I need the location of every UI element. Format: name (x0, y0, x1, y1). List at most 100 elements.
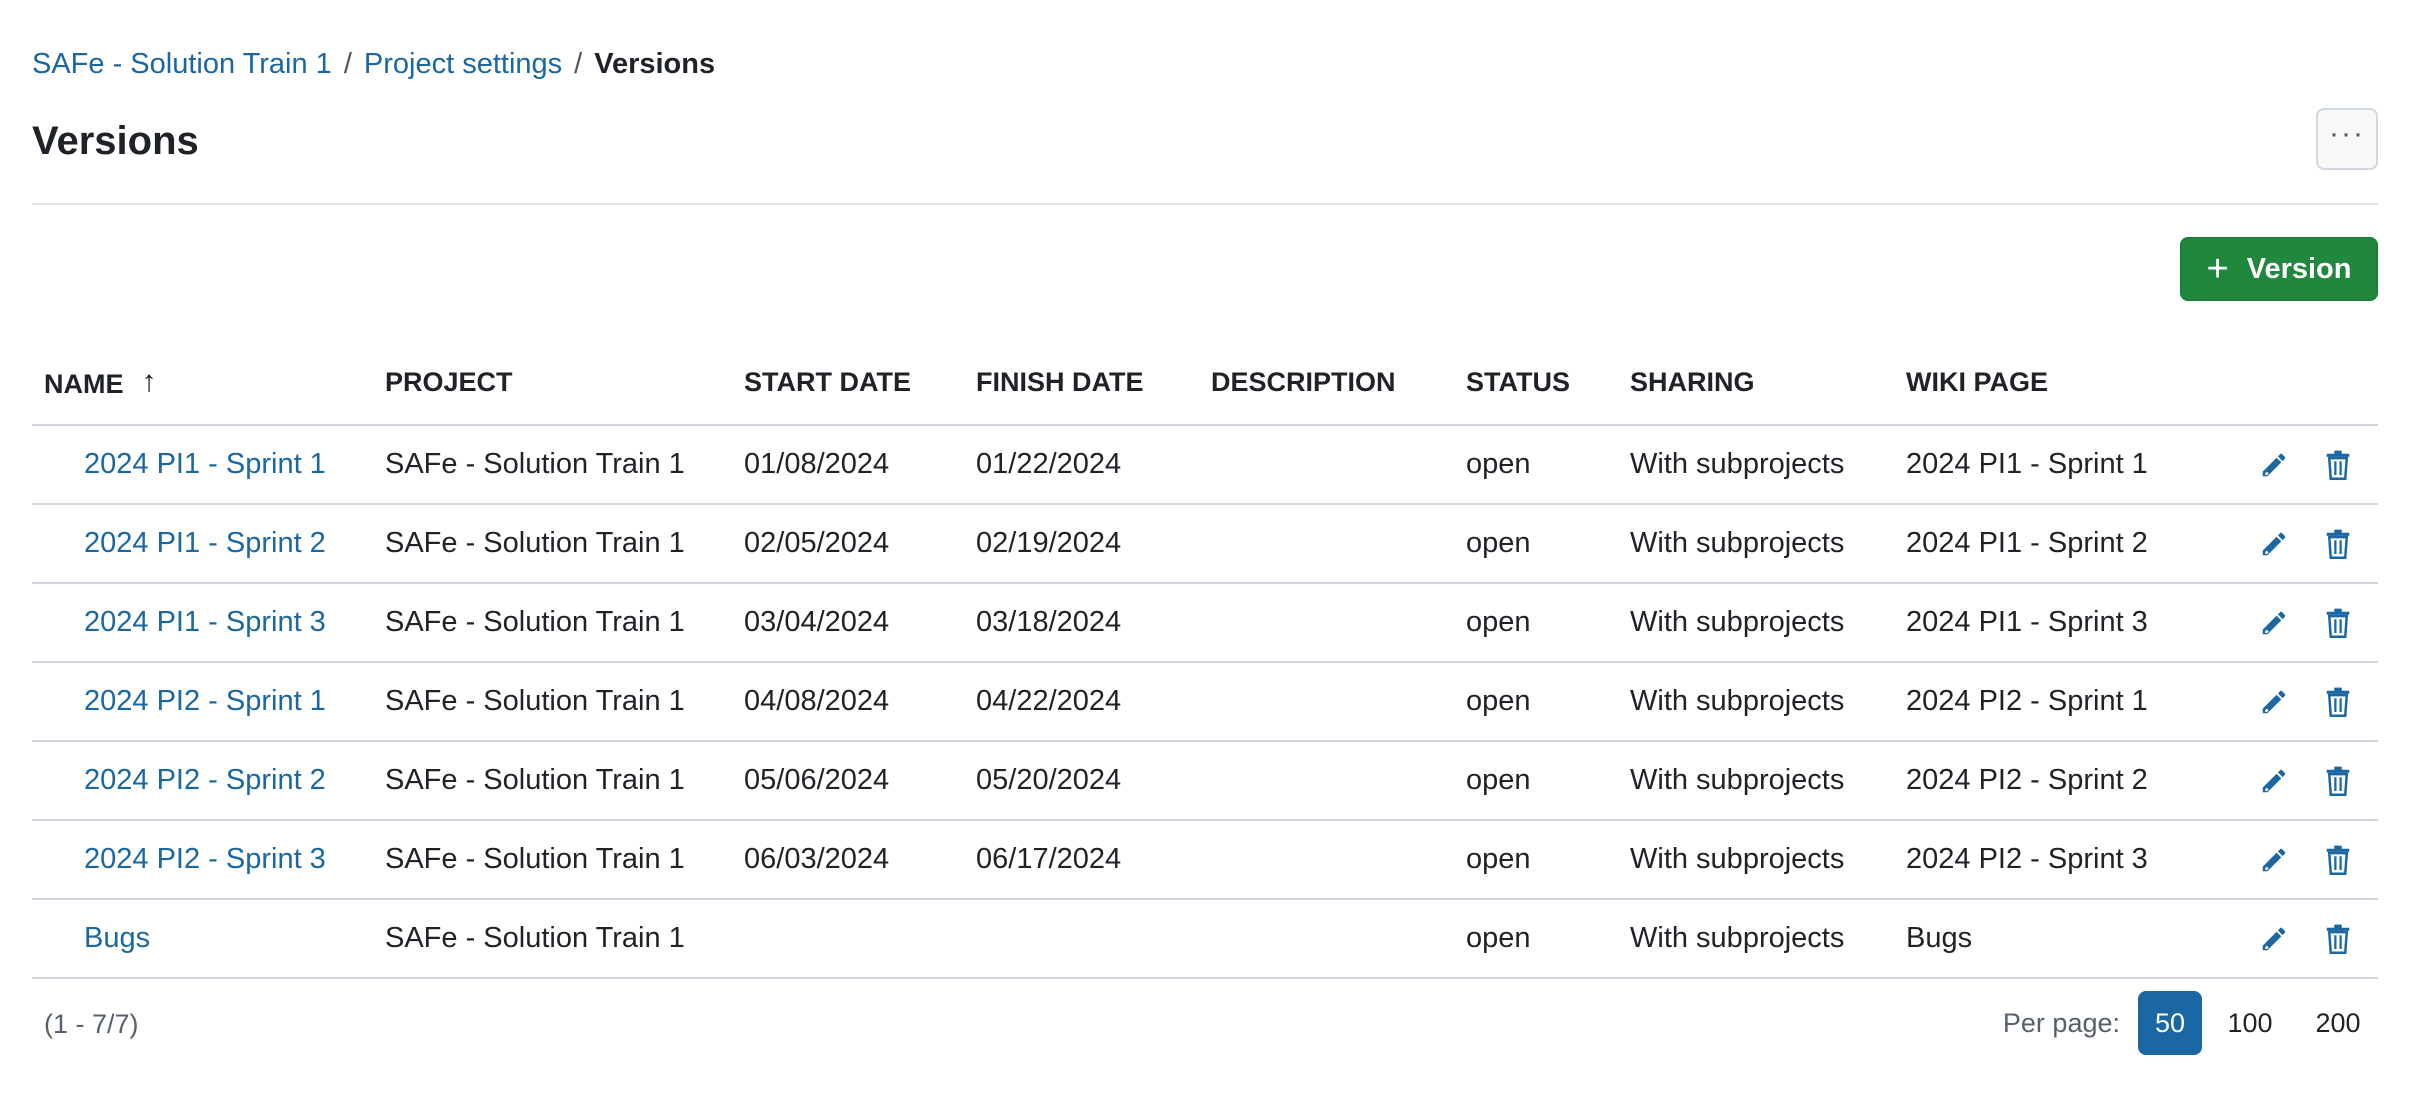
per-page-option-50[interactable]: 50 (2138, 991, 2202, 1055)
add-version-label: Version (2246, 252, 2352, 285)
version-wiki-page: Bugs (1906, 899, 2250, 979)
version-name-cell: 2024 PI1 - Sprint 2 (32, 504, 385, 584)
version-name-link[interactable]: 2024 PI1 - Sprint 1 (84, 448, 326, 480)
version-wiki-page: 2024 PI1 - Sprint 1 (1906, 425, 2250, 505)
breadcrumb-project-link[interactable]: SAFe - Solution Train 1 (32, 44, 332, 84)
per-page-option-200[interactable]: 200 (2298, 991, 2378, 1055)
column-header-status[interactable]: STATUS (1466, 340, 1630, 426)
breadcrumb-current: Versions (594, 48, 716, 80)
version-status: open (1466, 504, 1630, 584)
version-wiki-page: 2024 PI2 - Sprint 2 (1906, 741, 2250, 821)
version-finish-date: 02/19/2024 (976, 504, 1211, 584)
version-start-date: 06/03/2024 (744, 820, 976, 900)
column-header-description[interactable]: DESCRIPTION (1211, 340, 1466, 426)
version-name-link[interactable]: 2024 PI1 - Sprint 3 (84, 606, 326, 638)
version-sharing: With subprojects (1630, 583, 1906, 663)
pencil-icon[interactable] (2256, 526, 2292, 562)
column-header-name[interactable]: NAME ↑ (32, 340, 385, 426)
version-start-date: 05/06/2024 (744, 741, 976, 821)
column-header-sharing[interactable]: SHARING (1630, 340, 1906, 426)
version-status: open (1466, 820, 1630, 900)
ellipsis-icon: ··· (2329, 117, 2365, 150)
version-name-link[interactable]: 2024 PI1 - Sprint 2 (84, 527, 326, 559)
version-description (1211, 583, 1466, 663)
version-wiki-page: 2024 PI1 - Sprint 2 (1906, 504, 2250, 584)
trash-icon[interactable] (2320, 605, 2356, 641)
column-header-project[interactable]: PROJECT (385, 340, 744, 426)
version-sharing: With subprojects (1630, 504, 1906, 584)
version-status: open (1466, 425, 1630, 505)
version-sharing: With subprojects (1630, 820, 1906, 900)
column-header-actions (2250, 340, 2378, 426)
version-sharing: With subprojects (1630, 741, 1906, 821)
table-row: 2024 PI1 - Sprint 3 SAFe - Solution Trai… (32, 583, 2378, 663)
version-name-link[interactable]: 2024 PI2 - Sprint 3 (84, 843, 326, 875)
version-status: open (1466, 662, 1630, 742)
breadcrumb: SAFe - Solution Train 1 / Project settin… (32, 44, 715, 84)
version-status: open (1466, 741, 1630, 821)
version-start-date: 04/08/2024 (744, 662, 976, 742)
trash-icon[interactable] (2320, 842, 2356, 878)
row-actions (2250, 820, 2378, 900)
column-header-name-label: NAME (44, 368, 124, 399)
version-start-date: 03/04/2024 (744, 583, 976, 663)
version-finish-date: 03/18/2024 (976, 583, 1211, 663)
version-project: SAFe - Solution Train 1 (385, 899, 744, 979)
version-project: SAFe - Solution Train 1 (385, 820, 744, 900)
row-actions (2250, 899, 2378, 979)
version-project: SAFe - Solution Train 1 (385, 583, 744, 663)
version-name-link[interactable]: 2024 PI2 - Sprint 1 (84, 685, 326, 717)
version-sharing: With subprojects (1630, 662, 1906, 742)
version-wiki-page: 2024 PI2 - Sprint 3 (1906, 820, 2250, 900)
pagination-count: (1 - 7/7) (44, 1009, 139, 1039)
pencil-icon[interactable] (2256, 447, 2292, 483)
column-header-finish-date[interactable]: FINISH DATE (976, 340, 1211, 426)
version-name-link[interactable]: Bugs (84, 922, 150, 954)
version-project: SAFe - Solution Train 1 (385, 504, 744, 584)
version-description (1211, 425, 1466, 505)
trash-icon[interactable] (2320, 447, 2356, 483)
version-name-cell: 2024 PI1 - Sprint 1 (32, 425, 385, 505)
trash-icon[interactable] (2320, 921, 2356, 957)
row-actions (2250, 662, 2378, 742)
version-name-cell: Bugs (32, 899, 385, 979)
table-row: 2024 PI2 - Sprint 2 SAFe - Solution Trai… (32, 741, 2378, 821)
version-start-date: 02/05/2024 (744, 504, 976, 584)
pencil-icon[interactable] (2256, 605, 2292, 641)
column-header-start-date[interactable]: START DATE (744, 340, 976, 426)
add-version-button[interactable]: + Version (2180, 237, 2378, 301)
version-wiki-page: 2024 PI1 - Sprint 3 (1906, 583, 2250, 663)
pencil-icon[interactable] (2256, 684, 2292, 720)
version-description (1211, 741, 1466, 821)
per-page-selector: Per page: 50 100 200 (2003, 991, 2378, 1055)
column-header-wiki-page[interactable]: WIKI PAGE (1906, 340, 2250, 426)
table-row: 2024 PI2 - Sprint 3 SAFe - Solution Trai… (32, 820, 2378, 900)
table-row: Bugs SAFe - Solution Train 1 open With s… (32, 899, 2378, 979)
version-wiki-page: 2024 PI2 - Sprint 1 (1906, 662, 2250, 742)
pencil-icon[interactable] (2256, 842, 2292, 878)
pencil-icon[interactable] (2256, 921, 2292, 957)
versions-page: SAFe - Solution Train 1 / Project settin… (0, 0, 2412, 1106)
version-sharing: With subprojects (1630, 899, 1906, 979)
plus-icon: + (2206, 248, 2229, 290)
version-start-date: 01/08/2024 (744, 425, 976, 505)
version-project: SAFe - Solution Train 1 (385, 741, 744, 821)
breadcrumb-separator: / (343, 48, 352, 80)
version-name-link[interactable]: 2024 PI2 - Sprint 2 (84, 764, 326, 796)
trash-icon[interactable] (2320, 684, 2356, 720)
version-project: SAFe - Solution Train 1 (385, 662, 744, 742)
per-page-option-100[interactable]: 100 (2210, 991, 2290, 1055)
more-actions-button[interactable]: ··· (2316, 108, 2378, 170)
pencil-icon[interactable] (2256, 763, 2292, 799)
table-row: 2024 PI1 - Sprint 2 SAFe - Solution Trai… (32, 504, 2378, 584)
breadcrumb-settings-link[interactable]: Project settings (364, 44, 562, 84)
sort-ascending-icon: ↑ (141, 364, 157, 398)
version-name-cell: 2024 PI2 - Sprint 3 (32, 820, 385, 900)
trash-icon[interactable] (2320, 526, 2356, 562)
version-status: open (1466, 583, 1630, 663)
trash-icon[interactable] (2320, 763, 2356, 799)
version-sharing: With subprojects (1630, 425, 1906, 505)
table-header-row: NAME ↑ PROJECT START DATE FINISH DATE DES… (32, 340, 2378, 426)
version-finish-date: 04/22/2024 (976, 662, 1211, 742)
title-divider (32, 203, 2378, 205)
